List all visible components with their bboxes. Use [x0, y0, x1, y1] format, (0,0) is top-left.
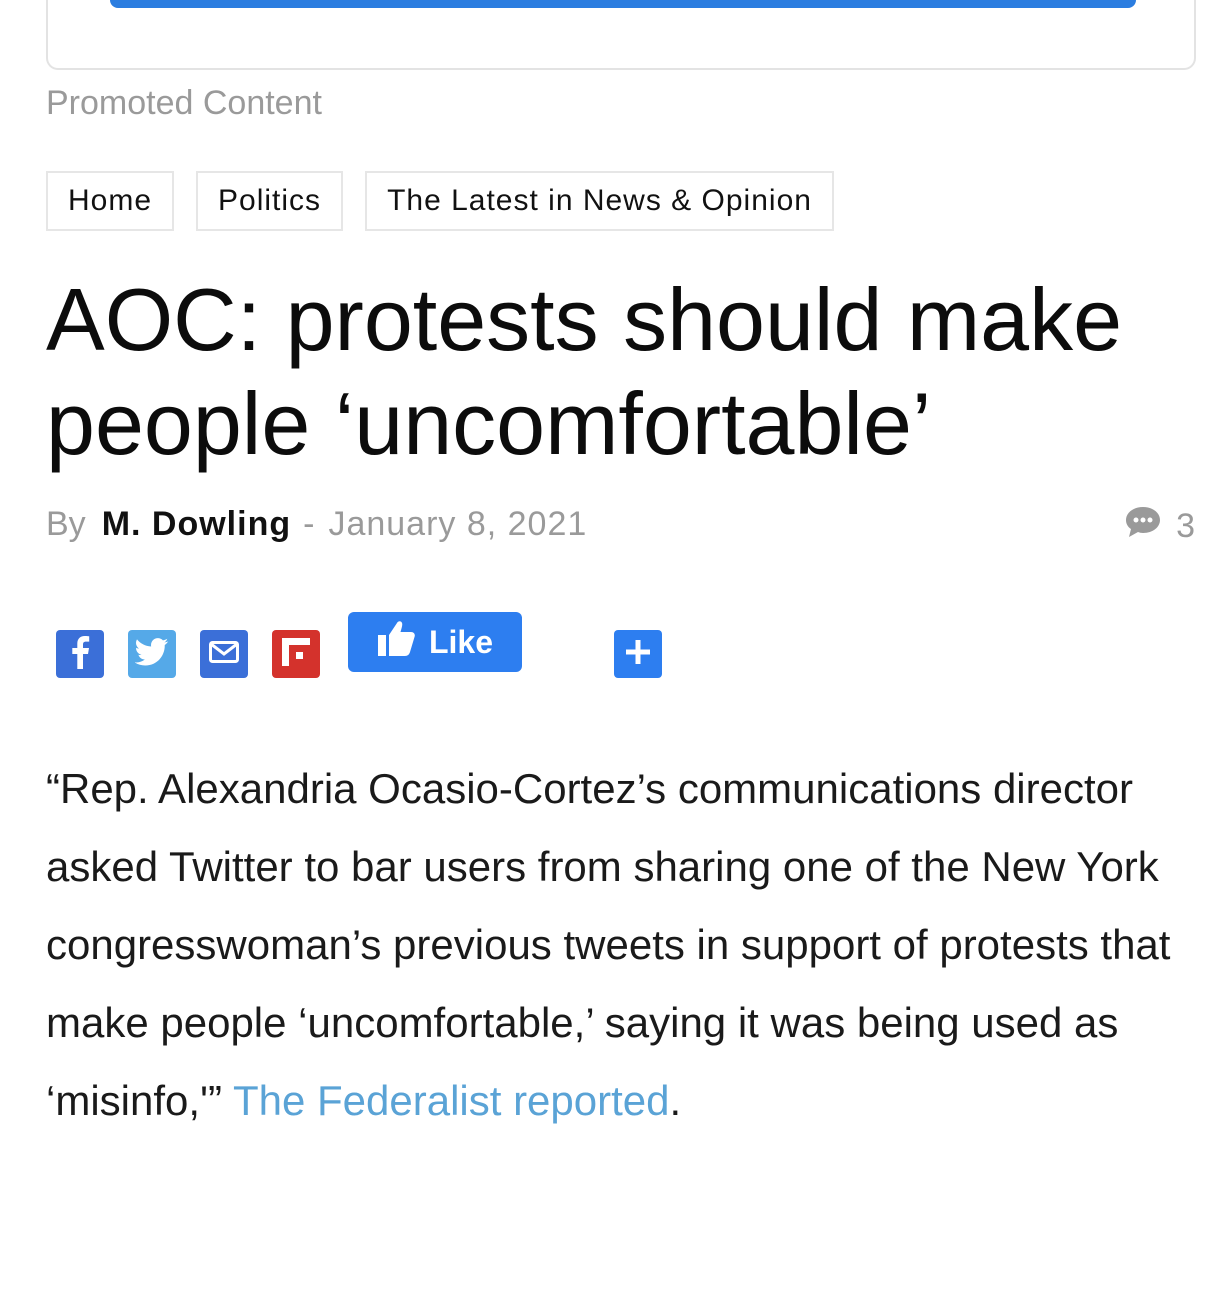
- more-share-button[interactable]: [614, 630, 662, 678]
- promo-button-bar[interactable]: [110, 0, 1136, 8]
- thumbs-up-icon: [377, 619, 417, 665]
- page: Promoted Content Home Politics The Lates…: [0, 0, 1205, 1312]
- share-bar: Like: [56, 612, 696, 682]
- like-label: Like: [428, 623, 494, 660]
- flipboard-share-button[interactable]: [272, 630, 320, 678]
- article-quote: “Rep. Alexandria Ocasio-Cortez’s communi…: [46, 765, 1171, 1124]
- breadcrumb: Home Politics The Latest in News & Opini…: [46, 171, 834, 231]
- comment-count: 3: [1176, 507, 1195, 545]
- flipboard-icon: [281, 637, 311, 672]
- breadcrumb-politics[interactable]: Politics: [196, 171, 344, 231]
- promo-card[interactable]: [46, 0, 1196, 70]
- facebook-like-button[interactable]: Like: [348, 612, 522, 672]
- plus-icon: [624, 638, 652, 671]
- author-link[interactable]: M. Dowling: [102, 505, 291, 544]
- breadcrumb-latest[interactable]: The Latest in News & Opinion: [365, 171, 834, 231]
- twitter-share-button[interactable]: [128, 630, 176, 678]
- twitter-icon: [134, 637, 169, 671]
- by-label: By: [46, 505, 86, 543]
- comment-bubble-icon: [1124, 505, 1162, 548]
- article-title: AOC: protests should make people ‘uncomf…: [46, 270, 1123, 473]
- publish-date: January 8, 2021: [328, 505, 588, 543]
- byline-separator: -: [303, 505, 315, 543]
- email-icon: [209, 640, 239, 668]
- facebook-share-button[interactable]: [56, 630, 104, 678]
- facebook-icon: [69, 635, 91, 674]
- promoted-content-label: Promoted Content: [46, 84, 322, 122]
- body-trailing-period: .: [669, 1077, 682, 1124]
- breadcrumb-home[interactable]: Home: [46, 171, 175, 231]
- comments-link[interactable]: 3: [1124, 505, 1195, 548]
- byline: By M. Dowling - January 8, 2021: [46, 505, 587, 544]
- email-share-button[interactable]: [200, 630, 248, 678]
- article-body: “Rep. Alexandria Ocasio-Cortez’s communi…: [46, 750, 1186, 1140]
- federalist-link[interactable]: The Federalist reported: [233, 1077, 670, 1124]
